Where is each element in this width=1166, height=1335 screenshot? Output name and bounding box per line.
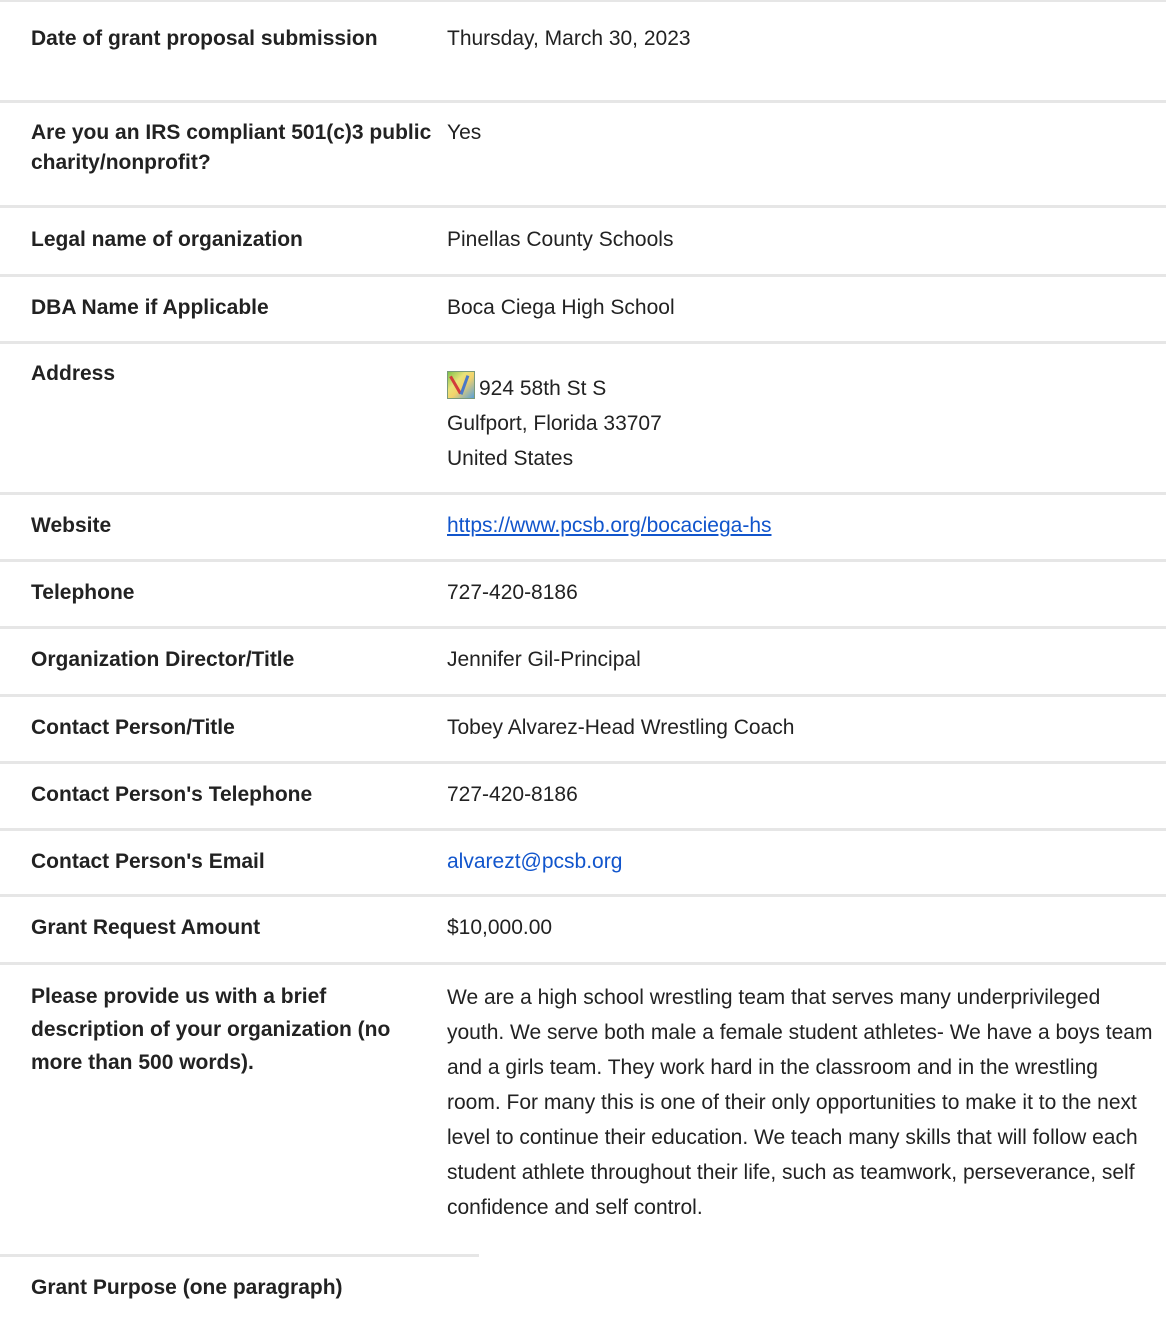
row-website: Website https://www.pcsb.org/bocaciega-h… <box>0 492 1166 559</box>
row-address: Address 924 58th St S Gulfport, Florida … <box>0 341 1166 492</box>
value-contact-telephone: 727-420-8186 <box>447 783 578 806</box>
map-icon[interactable] <box>447 371 475 399</box>
label-grant-purpose: Grant Purpose (one paragraph) <box>31 1276 343 1299</box>
value-contact-person: Tobey Alvarez-Head Wrestling Coach <box>447 716 795 739</box>
address-city: Gulfport, Florida 33707 <box>447 412 662 435</box>
row-submission-date: Date of grant proposal submission Thursd… <box>0 0 1166 100</box>
address-street-line: 924 58th St S <box>447 371 1154 406</box>
value-org-description: We are a high school wrestling team that… <box>447 986 1153 1219</box>
label-grant-amount: Grant Request Amount <box>31 916 261 939</box>
value-501c3: Yes <box>447 121 482 144</box>
value-legal-name: Pinellas County Schools <box>447 228 674 251</box>
label-website: Website <box>31 514 112 537</box>
row-grant-purpose: Grant Purpose (one paragraph) <box>0 1254 1166 1303</box>
label-501c3: Are you an IRS compliant 501(c)3 public … <box>31 121 432 174</box>
address-street: 924 58th St S <box>479 377 607 400</box>
label-contact-person: Contact Person/Title <box>31 716 235 739</box>
label-address: Address <box>31 362 116 385</box>
label-contact-email: Contact Person's Email <box>31 850 265 873</box>
value-director: Jennifer Gil-Principal <box>447 648 641 671</box>
row-telephone: Telephone 727-420-8186 <box>0 559 1166 626</box>
label-telephone: Telephone <box>31 581 135 604</box>
row-legal-name: Legal name of organization Pinellas Coun… <box>0 205 1166 274</box>
label-legal-name: Legal name of organization <box>31 228 303 251</box>
value-dba-name: Boca Ciega High School <box>447 296 675 319</box>
row-org-description: Please provide us with a brief descripti… <box>0 962 1166 1254</box>
row-501c3: Are you an IRS compliant 501(c)3 public … <box>0 100 1166 205</box>
row-director: Organization Director/Title Jennifer Gil… <box>0 626 1166 694</box>
grant-form-table: Date of grant proposal submission Thursd… <box>0 0 1166 1303</box>
website-link[interactable]: https://www.pcsb.org/bocaciega-hs <box>447 514 772 537</box>
address-country: United States <box>447 447 574 470</box>
label-org-description: Please provide us with a brief descripti… <box>31 985 391 1074</box>
row-grant-amount: Grant Request Amount $10,000.00 <box>0 894 1166 962</box>
value-submission-date: Thursday, March 30, 2023 <box>447 27 691 50</box>
row-dba-name: DBA Name if Applicable Boca Ciega High S… <box>0 274 1166 341</box>
label-contact-telephone: Contact Person's Telephone <box>31 783 313 806</box>
value-website: https://www.pcsb.org/bocaciega-hs <box>447 511 1166 559</box>
value-contact-email: alvarezt@pcsb.org <box>447 847 1166 894</box>
label-director: Organization Director/Title <box>31 648 295 671</box>
value-grant-amount: $10,000.00 <box>447 916 553 939</box>
row-contact-telephone: Contact Person's Telephone 727-420-8186 <box>0 761 1166 828</box>
label-submission-date: Date of grant proposal submission <box>31 27 378 50</box>
row-contact-person: Contact Person/Title Tobey Alvarez-Head … <box>0 694 1166 761</box>
row-contact-email: Contact Person's Email alvarezt@pcsb.org <box>0 828 1166 894</box>
contact-email-link[interactable]: alvarezt@pcsb.org <box>447 850 622 873</box>
value-telephone: 727-420-8186 <box>447 581 578 604</box>
label-dba-name: DBA Name if Applicable <box>31 296 269 319</box>
value-address: 924 58th St S Gulfport, Florida 33707 Un… <box>447 359 1166 492</box>
